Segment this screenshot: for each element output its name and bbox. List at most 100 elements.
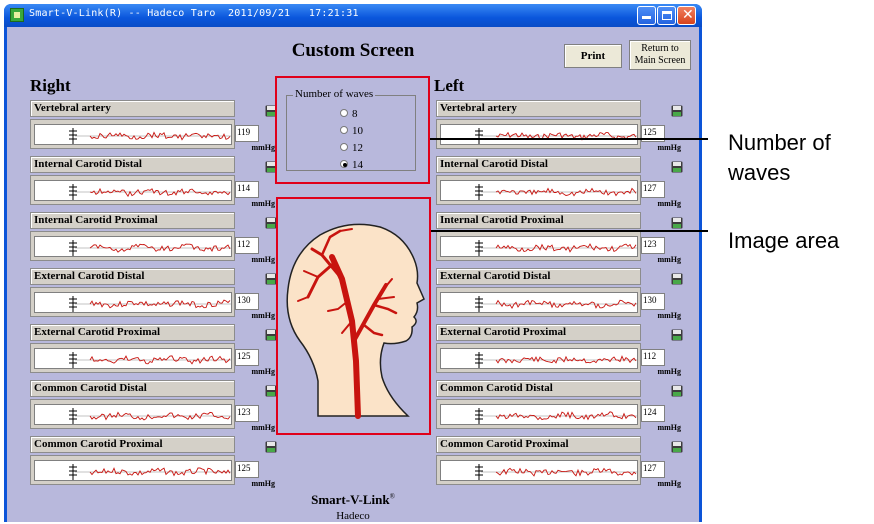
close-button[interactable]: ✕ bbox=[677, 6, 696, 25]
right-panel-label: Internal Carotid Proximal bbox=[30, 212, 235, 229]
right-waveform-box bbox=[30, 231, 235, 261]
waveform-display[interactable] bbox=[34, 404, 232, 425]
right-pressure-unit: mmHg bbox=[251, 311, 275, 320]
left-pressure-unit: mmHg bbox=[657, 423, 681, 432]
left-pressure-value: 124 bbox=[641, 405, 665, 422]
save-icon-graphic bbox=[671, 441, 683, 453]
image-highlight-box bbox=[276, 197, 431, 435]
save-icon-graphic bbox=[671, 329, 683, 341]
waves-callout-label: Number of waves bbox=[728, 128, 831, 188]
right-pressure-unit: mmHg bbox=[251, 367, 275, 376]
left-pressure-unit: mmHg bbox=[657, 199, 681, 208]
save-icon-graphic bbox=[671, 161, 683, 173]
right-waveform-box bbox=[30, 455, 235, 485]
save-icon[interactable] bbox=[671, 272, 683, 285]
return-to-main-button[interactable]: Return to Main Screen bbox=[629, 40, 691, 70]
right-waveform-box bbox=[30, 343, 235, 373]
waveform-plot bbox=[69, 128, 231, 144]
right-pressure-value: 112 bbox=[235, 237, 259, 254]
waveform-display[interactable] bbox=[440, 460, 638, 481]
waveform-display[interactable] bbox=[440, 124, 638, 145]
save-icon-graphic bbox=[265, 441, 277, 453]
waveform-display[interactable] bbox=[34, 460, 232, 481]
right-pressure-value: 125 bbox=[235, 349, 259, 366]
left-waveform-box bbox=[436, 175, 641, 205]
waveform-display[interactable] bbox=[34, 348, 232, 369]
waveform-plot bbox=[69, 184, 231, 200]
save-icon[interactable] bbox=[671, 216, 683, 229]
save-icon-graphic bbox=[671, 273, 683, 285]
close-icon: ✕ bbox=[682, 7, 694, 23]
left-panel-label: Common Carotid Proximal bbox=[436, 436, 641, 453]
title-bar[interactable]: Smart-V-Link(R) -- Hadeco Taro 2011/09/2… bbox=[4, 4, 702, 27]
waveform-plot bbox=[69, 296, 231, 312]
waves-callout-line bbox=[430, 138, 708, 140]
waveform-display[interactable] bbox=[440, 404, 638, 425]
right-panel-label: Vertebral artery bbox=[30, 100, 235, 117]
right-waveform-box bbox=[30, 119, 235, 149]
right-panel-label: Internal Carotid Distal bbox=[30, 156, 235, 173]
save-icon-graphic bbox=[671, 217, 683, 229]
right-panel-label: External Carotid Distal bbox=[30, 268, 235, 285]
image-callout-line bbox=[431, 230, 708, 232]
waveform-plot bbox=[475, 296, 637, 312]
left-pressure-value: 127 bbox=[641, 461, 665, 478]
waveform-plot bbox=[475, 128, 637, 144]
waveform-plot bbox=[69, 240, 231, 256]
waveform-display[interactable] bbox=[34, 180, 232, 201]
window-title: Smart-V-Link(R) -- Hadeco Taro 2011/09/2… bbox=[29, 8, 359, 19]
waves-highlight-box bbox=[275, 76, 430, 184]
right-pressure-value: 123 bbox=[235, 405, 259, 422]
left-pressure-unit: mmHg bbox=[657, 311, 681, 320]
left-waveform-box bbox=[436, 343, 641, 373]
waveform-display[interactable] bbox=[440, 180, 638, 201]
left-pressure-unit: mmHg bbox=[657, 255, 681, 264]
save-icon[interactable] bbox=[671, 160, 683, 173]
brand-name: Smart-V-Link bbox=[311, 492, 390, 507]
save-icon[interactable] bbox=[671, 104, 683, 117]
save-icon[interactable] bbox=[671, 328, 683, 341]
waveform-display[interactable] bbox=[440, 236, 638, 257]
right-pressure-unit: mmHg bbox=[251, 423, 275, 432]
waves-callout-line2: waves bbox=[728, 160, 791, 185]
minimize-icon bbox=[642, 16, 651, 19]
left-pressure-value: 130 bbox=[641, 293, 665, 310]
right-side-title: Right bbox=[30, 76, 71, 95]
waveform-plot bbox=[69, 408, 231, 424]
waveform-plot bbox=[475, 240, 637, 256]
right-waveform-box bbox=[30, 175, 235, 205]
save-icon-graphic bbox=[671, 105, 683, 117]
right-pressure-unit: mmHg bbox=[251, 199, 275, 208]
left-waveform-box bbox=[436, 287, 641, 317]
return-button-line1: Return to bbox=[641, 43, 679, 54]
left-pressure-unit: mmHg bbox=[657, 367, 681, 376]
left-panel-label: Common Carotid Distal bbox=[436, 380, 641, 397]
waveform-plot bbox=[69, 464, 231, 480]
left-panel-label: Internal Carotid Distal bbox=[436, 156, 641, 173]
maximize-icon bbox=[662, 11, 672, 20]
save-icon[interactable] bbox=[671, 384, 683, 397]
left-panel-label: Internal Carotid Proximal bbox=[436, 212, 641, 229]
save-icon[interactable] bbox=[671, 440, 683, 453]
waves-callout-line1: Number of bbox=[728, 130, 831, 155]
waveform-display[interactable] bbox=[34, 124, 232, 145]
waveform-display[interactable] bbox=[440, 292, 638, 313]
footer-company: Hadeco bbox=[336, 510, 370, 522]
print-button[interactable]: Print bbox=[564, 44, 622, 68]
waveform-plot bbox=[475, 184, 637, 200]
left-pressure-unit: mmHg bbox=[657, 143, 681, 152]
left-panel-label: Vertebral artery bbox=[436, 100, 641, 117]
brand-mark: ® bbox=[389, 492, 395, 501]
minimize-button[interactable] bbox=[637, 6, 656, 25]
right-pressure-unit: mmHg bbox=[251, 255, 275, 264]
left-pressure-value: 127 bbox=[641, 181, 665, 198]
waveform-plot bbox=[475, 408, 637, 424]
save-icon[interactable] bbox=[265, 440, 277, 453]
app-icon bbox=[10, 8, 24, 22]
right-pressure-value: 125 bbox=[235, 461, 259, 478]
waveform-display[interactable] bbox=[440, 348, 638, 369]
maximize-button[interactable] bbox=[657, 6, 676, 25]
waveform-display[interactable] bbox=[34, 236, 232, 257]
waveform-display[interactable] bbox=[34, 292, 232, 313]
left-waveform-box bbox=[436, 231, 641, 261]
